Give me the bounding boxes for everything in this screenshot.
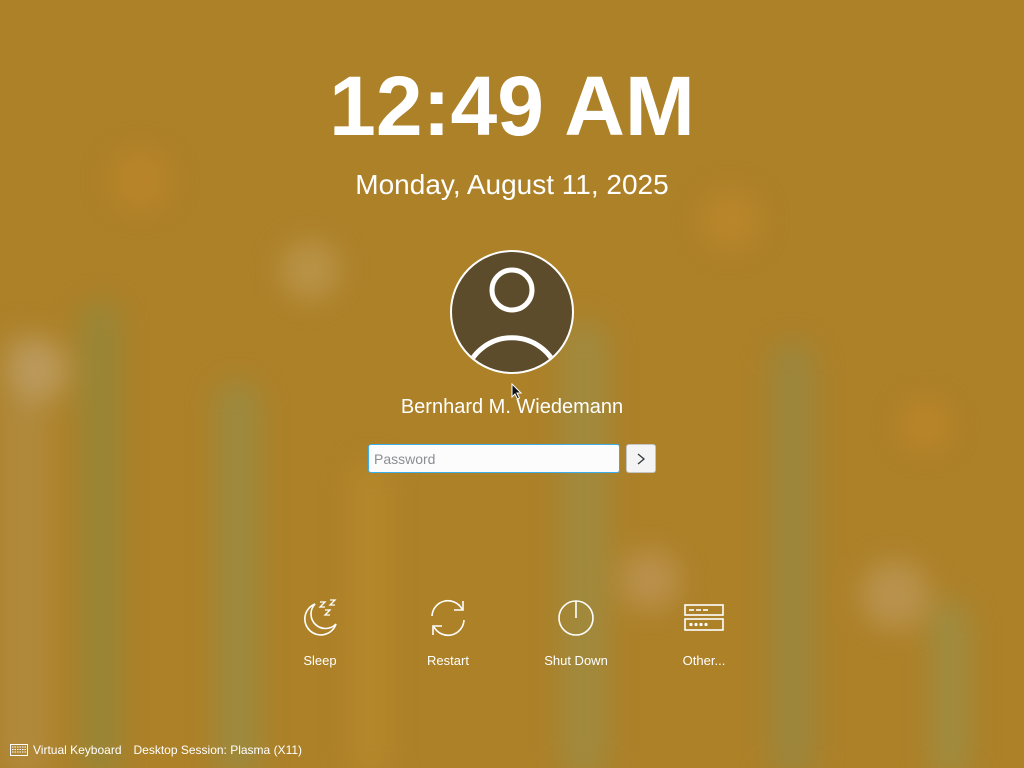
other-actions-icon	[684, 604, 724, 631]
password-input[interactable]	[368, 444, 620, 473]
clock-time: 12:49 AM	[329, 59, 695, 153]
sleep-label: Sleep	[303, 653, 337, 668]
shutdown-button[interactable]: Shut Down	[526, 596, 626, 672]
power-icon	[558, 600, 594, 636]
lock-screen: 12:49 AM Monday, August 11, 2025 Bernhar…	[0, 0, 1024, 768]
sleep-moon-icon	[304, 599, 337, 636]
keyboard-icon	[10, 744, 28, 756]
restart-button[interactable]: Restart	[398, 596, 498, 672]
footer-bar: Virtual Keyboard Desktop Session: Plasma…	[10, 740, 314, 760]
other-label: Other...	[682, 653, 726, 668]
shutdown-label: Shut Down	[544, 653, 608, 668]
user-avatar-icon	[450, 250, 574, 374]
restart-icon	[431, 599, 465, 637]
login-button[interactable]	[626, 444, 656, 473]
restart-label: Restart	[427, 653, 469, 668]
virtual-keyboard-button[interactable]: Virtual Keyboard	[10, 743, 122, 757]
virtual-keyboard-label: Virtual Keyboard	[33, 743, 122, 757]
clock-date: Monday, August 11, 2025	[355, 169, 669, 200]
sleep-button[interactable]: Sleep	[270, 596, 370, 672]
session-selector[interactable]: Desktop Session: Plasma (X11)	[134, 743, 303, 757]
other-button[interactable]: Other...	[654, 596, 754, 672]
session-label: Desktop Session: Plasma (X11)	[133, 743, 303, 757]
chevron-right-icon	[637, 453, 646, 464]
user-name: Bernhard M. Wiedemann	[400, 396, 624, 418]
